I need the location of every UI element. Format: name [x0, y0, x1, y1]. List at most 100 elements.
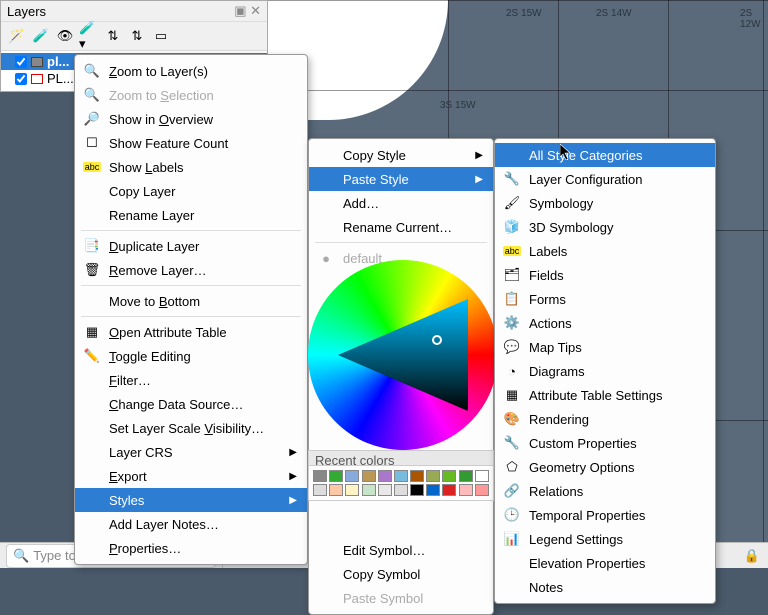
color-swatch[interactable]	[426, 484, 440, 496]
wrench2-icon: 🔧	[503, 434, 521, 452]
menu-item-fields[interactable]: 🗂Fields	[495, 263, 715, 287]
menu-item-copy-symbol[interactable]: Copy Symbol	[309, 562, 493, 586]
color-swatch[interactable]	[459, 470, 473, 482]
menu-item-filter[interactable]: Filter…	[75, 368, 307, 392]
menu-item-show-feature-count[interactable]: ☐Show Feature Count	[75, 131, 307, 155]
color-swatch[interactable]	[345, 470, 359, 482]
move1-icon[interactable]: ⇅	[103, 26, 123, 46]
color-triangle[interactable]	[338, 299, 468, 411]
mag-icon: 🔍	[83, 86, 101, 104]
bubble-icon: 💬	[503, 338, 521, 356]
filter2-icon[interactable]: 🧪▾	[79, 26, 99, 46]
menu-item-label: Relations	[529, 484, 705, 499]
menu-item-labels[interactable]: abcLabels	[495, 239, 715, 263]
fields-icon: 🗂	[503, 266, 521, 284]
menu-item-copy-layer[interactable]: Copy Layer	[75, 179, 307, 203]
menu-item-custom-properties[interactable]: 🔧Custom Properties	[495, 431, 715, 455]
lock-icon: 🔒	[736, 548, 768, 564]
blank-icon	[83, 491, 101, 509]
color-swatch[interactable]	[313, 470, 327, 482]
layer-visibility-checkbox[interactable]	[15, 73, 27, 85]
menu-item-properties[interactable]: Properties…	[75, 536, 307, 560]
color-swatch[interactable]	[442, 484, 456, 496]
search-icon: 🔍	[13, 548, 29, 564]
wand-icon[interactable]: 🪄	[7, 26, 27, 46]
color-swatch[interactable]	[475, 484, 489, 496]
color-swatch[interactable]	[410, 484, 424, 496]
color-swatch[interactable]	[329, 484, 343, 496]
color-indicator[interactable]	[432, 335, 442, 345]
menu-item-notes[interactable]: Notes	[495, 575, 715, 599]
color-swatch[interactable]	[362, 470, 376, 482]
color-swatch[interactable]	[475, 470, 489, 482]
color-swatch[interactable]	[345, 484, 359, 496]
menu-item-all-style-categories[interactable]: All Style Categories	[495, 143, 715, 167]
menu-item-diagrams[interactable]: ◔Diagrams	[495, 359, 715, 383]
move2-icon[interactable]: ⇅	[127, 26, 147, 46]
menu-item-symbology[interactable]: 🖌Symbology	[495, 191, 715, 215]
filter-icon[interactable]: 🧪	[31, 26, 51, 46]
menu-item-layer-configuration[interactable]: 🔧Layer Configuration	[495, 167, 715, 191]
color-swatch[interactable]	[362, 484, 376, 496]
color-swatch[interactable]	[378, 484, 392, 496]
menu-item-open-attribute-table[interactable]: ▦Open Attribute Table	[75, 320, 307, 344]
color-swatch[interactable]	[313, 484, 327, 496]
color-swatch[interactable]	[410, 470, 424, 482]
sel-icon[interactable]: ▭	[151, 26, 171, 46]
menu-item-add-layer-notes[interactable]: Add Layer Notes…	[75, 512, 307, 536]
color-swatch[interactable]	[394, 484, 408, 496]
menu-item-zoom-to-layer-s[interactable]: 🔍Zoom to Layer(s)	[75, 59, 307, 83]
menu-item-show-labels[interactable]: abcShow Labels	[75, 155, 307, 179]
menu-item-rendering[interactable]: 🎨Rendering	[495, 407, 715, 431]
menu-item-toggle-editing[interactable]: ✏️Toggle Editing	[75, 344, 307, 368]
menu-item-remove-layer[interactable]: 🗑Remove Layer…	[75, 258, 307, 282]
menu-item-duplicate-layer[interactable]: 📑Duplicate Layer	[75, 234, 307, 258]
menu-item-legend-settings[interactable]: 📊Legend Settings	[495, 527, 715, 551]
menu-item-show-in-overview[interactable]: 🔎Show in Overview	[75, 107, 307, 131]
menu-item-paste-style[interactable]: Paste Style▶	[309, 167, 493, 191]
blank-icon	[83, 467, 101, 485]
menu-item-label: Layer Configuration	[529, 172, 705, 187]
menu-item-copy-style[interactable]: Copy Style▶	[309, 143, 493, 167]
menu-item-rename-layer[interactable]: Rename Layer	[75, 203, 307, 227]
menu-item-actions[interactable]: ⚙️Actions	[495, 311, 715, 335]
menu-item-label: Rename Current…	[343, 220, 483, 235]
menu-item-geometry-options[interactable]: ⬠Geometry Options	[495, 455, 715, 479]
submenu-arrow-icon: ▶	[289, 471, 297, 482]
menu-item-move-to-bottom[interactable]: Move to Bottom	[75, 289, 307, 313]
color-wheel[interactable]	[308, 260, 498, 450]
panel-close-icons[interactable]: ▣ ✕	[234, 3, 261, 19]
color-swatch[interactable]	[329, 470, 343, 482]
menu-item-label: Toggle Editing	[109, 349, 297, 364]
menu-item-map-tips[interactable]: 💬Map Tips	[495, 335, 715, 359]
menu-item-set-layer-scale-visibility[interactable]: Set Layer Scale Visibility…	[75, 416, 307, 440]
layer-visibility-checkbox[interactable]	[15, 56, 27, 68]
menu-item-rename-current[interactable]: Rename Current…	[309, 215, 493, 239]
menu-item-relations[interactable]: 🔗Relations	[495, 479, 715, 503]
color-swatch[interactable]	[442, 470, 456, 482]
color-swatch[interactable]	[378, 470, 392, 482]
style-categories-menu: All Style Categories🔧Layer Configuration…	[494, 138, 716, 604]
menu-item-styles[interactable]: Styles▶	[75, 488, 307, 512]
menu-item-export[interactable]: Export▶	[75, 464, 307, 488]
poly-icon: ⬠	[503, 458, 521, 476]
menu-item-temporal-properties[interactable]: 🕒Temporal Properties	[495, 503, 715, 527]
table-icon: ▦	[83, 323, 101, 341]
color-swatch[interactable]	[426, 470, 440, 482]
menu-item-layer-crs[interactable]: Layer CRS▶	[75, 440, 307, 464]
menu-item-edit-symbol[interactable]: Edit Symbol…	[309, 538, 493, 562]
menu-item-add[interactable]: Add…	[309, 191, 493, 215]
menu-item-forms[interactable]: 📋Forms	[495, 287, 715, 311]
blank-icon	[317, 170, 335, 188]
menu-item-label: Copy Symbol	[343, 567, 483, 582]
blank-icon	[503, 146, 521, 164]
menu-item-elevation-properties[interactable]: Elevation Properties	[495, 551, 715, 575]
menu-item-3d-symbology[interactable]: 🧊3D Symbology	[495, 215, 715, 239]
menu-item-label: Notes	[529, 580, 705, 595]
pivot-icon[interactable]: 👁	[55, 26, 75, 46]
menu-item-label: Move to Bottom	[109, 294, 297, 309]
color-swatch[interactable]	[394, 470, 408, 482]
color-swatch[interactable]	[459, 484, 473, 496]
menu-item-change-data-source[interactable]: Change Data Source…	[75, 392, 307, 416]
menu-item-attribute-table-settings[interactable]: ▦Attribute Table Settings	[495, 383, 715, 407]
